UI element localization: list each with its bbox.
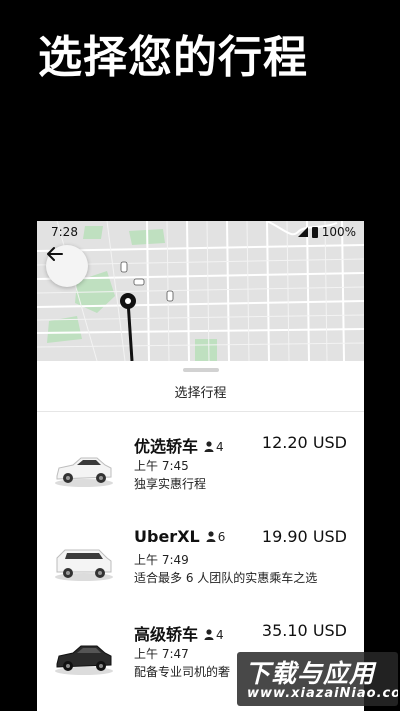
ride-description: 独享实惠行程 <box>134 477 207 491</box>
sheet-title: 选择行程 <box>174 386 227 401</box>
person-icon <box>204 629 214 640</box>
page-headline: 选择您的行程 <box>38 32 308 83</box>
divider <box>37 411 364 412</box>
map-view[interactable]: 7:28 100% <box>37 221 364 361</box>
ride-name-text: 优选轿车 <box>134 437 199 456</box>
capacity: 4 <box>204 628 224 642</box>
ride-eta: 上午 7:47 <box>134 647 189 661</box>
arrow-left-icon <box>47 247 63 261</box>
ride-description: 配备专业司机的奢 <box>134 665 231 679</box>
ride-option-uberxl[interactable]: UberXL 6 19.90 USD 上午 7:49 适合最多 6 人团队的实惠乘… <box>37 522 364 616</box>
suv-white-icon <box>55 549 113 581</box>
phone-screen: 7:28 100% 选择行程 优选轿车 4 12.20 USD 上午 7:45 … <box>37 221 364 711</box>
ride-price: 19.90 USD <box>261 527 347 546</box>
back-button[interactable] <box>46 245 88 287</box>
sedan-black-icon <box>55 645 113 675</box>
ride-price: 12.20 USD <box>261 433 347 452</box>
person-icon <box>206 531 216 542</box>
sheet-drag-handle[interactable] <box>183 368 219 372</box>
ride-option-comfort[interactable]: 优选轿车 4 12.20 USD 上午 7:45 独享实惠行程 <box>37 428 364 522</box>
ride-name: UberXL 6 <box>134 527 225 546</box>
signal-icon <box>297 227 308 237</box>
status-bar: 7:28 100% <box>37 221 364 243</box>
ride-name: 优选轿车 4 <box>134 433 224 457</box>
status-indicators: 100% <box>297 225 356 239</box>
ride-description: 适合最多 6 人团队的实惠乘车之选 <box>134 571 318 585</box>
ride-name-text: UberXL <box>134 527 200 546</box>
watermark-title: 下载与应用 <box>245 659 376 688</box>
ride-price: 35.10 USD <box>261 621 347 640</box>
watermark-url: www.xiazaiNiao.com <box>247 686 398 701</box>
ride-name: 高级轿车 4 <box>134 621 224 645</box>
capacity-count: 6 <box>217 529 226 544</box>
battery-level: 100% <box>321 225 356 239</box>
capacity-count: 4 <box>216 439 224 454</box>
ride-name-text: 高级轿车 <box>134 625 199 644</box>
battery-icon <box>311 226 318 238</box>
capacity: 4 <box>204 440 224 454</box>
status-time: 7:28 <box>51 225 78 239</box>
watermark-logo: 下载与应用 www.xiazaiNiao.com <box>237 652 398 706</box>
sedan-white-icon <box>55 457 113 487</box>
ride-eta: 上午 7:49 <box>134 553 189 567</box>
capacity: 6 <box>206 529 226 544</box>
ride-eta: 上午 7:45 <box>134 459 189 473</box>
person-icon <box>204 441 214 452</box>
capacity-count: 4 <box>216 627 224 642</box>
